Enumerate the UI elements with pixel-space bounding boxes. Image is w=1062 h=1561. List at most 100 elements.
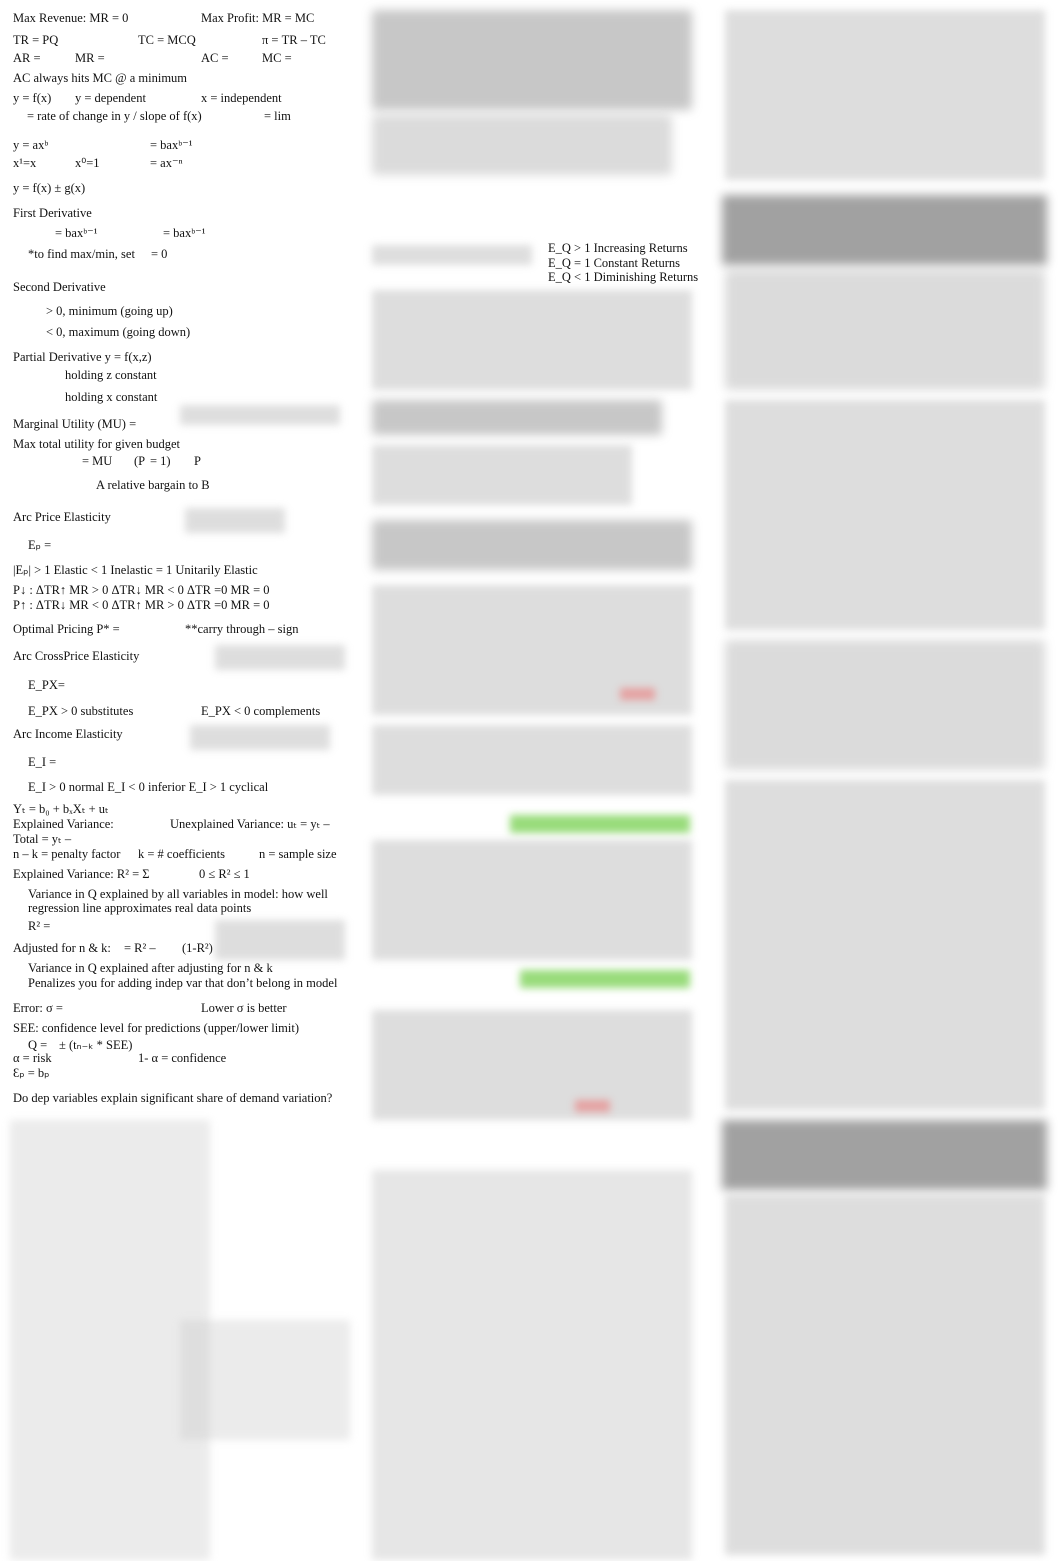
confidence: 1- α = confidence xyxy=(138,1051,227,1065)
max-min-note: *to find max/min, set xyxy=(28,247,135,261)
income-categories: E_I > 0 normal E_I < 0 inferior E_I > 1 … xyxy=(28,780,269,794)
blurred-regression-output xyxy=(372,840,692,960)
blurred-right-heading xyxy=(722,195,1047,265)
profit-formula: π = TR – TC xyxy=(262,33,326,47)
unexplained-variance: Unexplained Variance: uₜ = yₜ – xyxy=(170,817,330,831)
blurred-highlight xyxy=(575,1100,610,1112)
diminishing-returns: E_Q < 1 Diminishing Returns xyxy=(548,270,699,284)
negative-exponent: = ax⁻ⁿ xyxy=(150,156,183,170)
optimal-pricing: Optimal Pricing P* = xyxy=(13,622,120,636)
x-to-one: x¹=x xyxy=(13,156,37,170)
maximum-condition: < 0, maximum (going down) xyxy=(46,325,191,339)
x-independent: x = independent xyxy=(201,91,282,105)
complements: E_PX < 0 complements xyxy=(201,704,321,718)
blurred-right-text xyxy=(725,400,1045,630)
adjusted-desc-1: Variance in Q explained after adjusting … xyxy=(28,961,273,975)
pa-equation: P xyxy=(194,454,201,468)
lower-sigma-note: Lower σ is better xyxy=(201,1001,287,1015)
first-derivative-b: = baxᵇ⁻¹ xyxy=(163,226,206,240)
blurred-middle-text xyxy=(372,725,692,795)
second-derivative-heading: Second Derivative xyxy=(13,280,106,294)
pm-equation-tail: = 1) xyxy=(150,454,171,468)
y-fx: y = f(x) xyxy=(13,91,52,105)
adjusted-r-squared: Adjusted for n & k: xyxy=(13,941,111,955)
error-formula: Error: σ = xyxy=(13,1001,63,1015)
power-rule: y = axᵇ xyxy=(13,138,49,152)
regression-equation: Yₜ = b₀ + bₓXₜ + uₜ xyxy=(13,802,109,816)
carry-sign-note: **carry through – sign xyxy=(185,622,299,636)
significance-question: Do dep variables explain significant sha… xyxy=(13,1091,333,1105)
blurred-middle-table xyxy=(372,290,692,390)
blurred-highlight xyxy=(620,688,655,700)
tc-formula: TC = MCQ xyxy=(138,33,196,47)
blurred-middle-text xyxy=(372,445,632,505)
blurred-note xyxy=(190,725,330,750)
max-revenue: Max Revenue: MR = 0 xyxy=(13,11,129,25)
ei-formula: E_I = xyxy=(28,755,57,769)
total-variance: Total = yₜ – xyxy=(13,832,72,846)
ar-formula: AR = xyxy=(13,51,41,65)
sample-size: n = sample size xyxy=(259,847,337,861)
x-to-zero: x⁰=1 xyxy=(75,156,100,170)
rate-of-change: = rate of change in y / slope of f(x) xyxy=(27,109,202,123)
first-derivative-a: = baxᵇ⁻¹ xyxy=(55,226,98,240)
ac-formula: AC = xyxy=(201,51,229,65)
blurred-middle-text xyxy=(372,10,692,110)
blurred-middle-text xyxy=(372,400,662,435)
blurred-right-text xyxy=(725,270,1045,390)
r-squared-desc-1: Variance in Q explained by all variables… xyxy=(28,887,328,901)
first-derivative-heading: First Derivative xyxy=(13,206,92,220)
blurred-right-text xyxy=(725,780,1045,1110)
adjusted-desc-2: Penalizes you for adding indep var that … xyxy=(28,976,338,990)
elasticity-categories: |Eₚ| > 1 Elastic < 1 Inelastic = 1 Unita… xyxy=(13,563,258,577)
q-interval-tail: ± (tₙ₋ₖ * SEE) xyxy=(59,1038,133,1052)
max-profit: Max Profit: MR = MC xyxy=(201,11,315,25)
blurred-bottom-left xyxy=(180,1320,350,1440)
mr-formula: MR = xyxy=(75,51,105,65)
q-interval: Q = xyxy=(28,1038,48,1052)
adjusted-r-squared-eq: = R² – xyxy=(124,941,156,955)
blurred-middle-text xyxy=(372,520,692,570)
price-up-rule: P↑ : ΔTR↓ MR < 0 ΔTR↑ MR > 0 ΔTR =0 MR =… xyxy=(13,598,270,612)
blurred-note xyxy=(180,405,340,425)
blurred-green-highlight xyxy=(520,970,690,988)
max-min-zero: = 0 xyxy=(151,247,168,261)
blurred-green-highlight xyxy=(510,815,690,833)
partial-derivative-heading: Partial Derivative y = f(x,z) xyxy=(13,350,152,364)
ep-formula: Eₚ = xyxy=(28,538,52,552)
see-definition: SEE: confidence level for predictions (u… xyxy=(13,1021,300,1035)
adjusted-r-squared-tail: (1-R²) xyxy=(182,941,213,955)
mu-equation: = MU xyxy=(82,454,113,468)
blurred-right-text xyxy=(725,10,1045,180)
blurred-note xyxy=(185,508,285,533)
blurred-note xyxy=(215,645,345,670)
blurred-middle-bottom xyxy=(372,1170,692,1560)
coefficients: k = # coefficients xyxy=(138,847,225,861)
arc-price-elasticity: Arc Price Elasticity xyxy=(13,510,111,524)
epx-formula: E_PX= xyxy=(28,678,65,692)
blurred-middle-text xyxy=(372,245,532,265)
constant-returns: E_Q = 1 Constant Returns xyxy=(548,256,681,270)
limit-definition: = lim xyxy=(264,109,291,123)
ac-mc-note: AC always hits MC @ a minimum xyxy=(13,71,188,85)
substitutes: E_PX > 0 substitutes xyxy=(28,704,134,718)
tr-formula: TR = PQ xyxy=(13,33,59,47)
pm-equation: (P xyxy=(134,454,146,468)
explained-variance: Explained Variance: xyxy=(13,817,114,831)
blurred-note xyxy=(215,920,345,960)
r-squared-ratio: R² = xyxy=(28,919,51,933)
price-down-rule: P↓ : ΔTR↑ MR > 0 ΔTR↓ MR < 0 ΔTR =0 MR =… xyxy=(13,583,270,597)
y-dependent: y = dependent xyxy=(75,91,146,105)
increasing-returns: E_Q > 1 Increasing Returns xyxy=(548,241,688,255)
sum-rule: y = f(x) ± g(x) xyxy=(13,181,86,195)
max-utility-heading: Max total utility for given budget xyxy=(13,437,180,451)
r-squared-desc-2: regression line approximates real data p… xyxy=(28,901,252,915)
holding-z: holding z constant xyxy=(65,368,157,382)
blurred-right-text xyxy=(725,640,1045,770)
blurred-regression-output xyxy=(372,1010,692,1120)
penalty-factor: n – k = penalty factor xyxy=(13,847,121,861)
relative-bargain: A relative bargain to B xyxy=(96,478,210,492)
r-squared-range: 0 ≤ R² ≤ 1 xyxy=(199,867,250,881)
cross-price-elasticity: Arc CrossPrice Elasticity xyxy=(13,649,140,663)
r-squared-formula: Explained Variance: R² = Σ xyxy=(13,867,150,881)
